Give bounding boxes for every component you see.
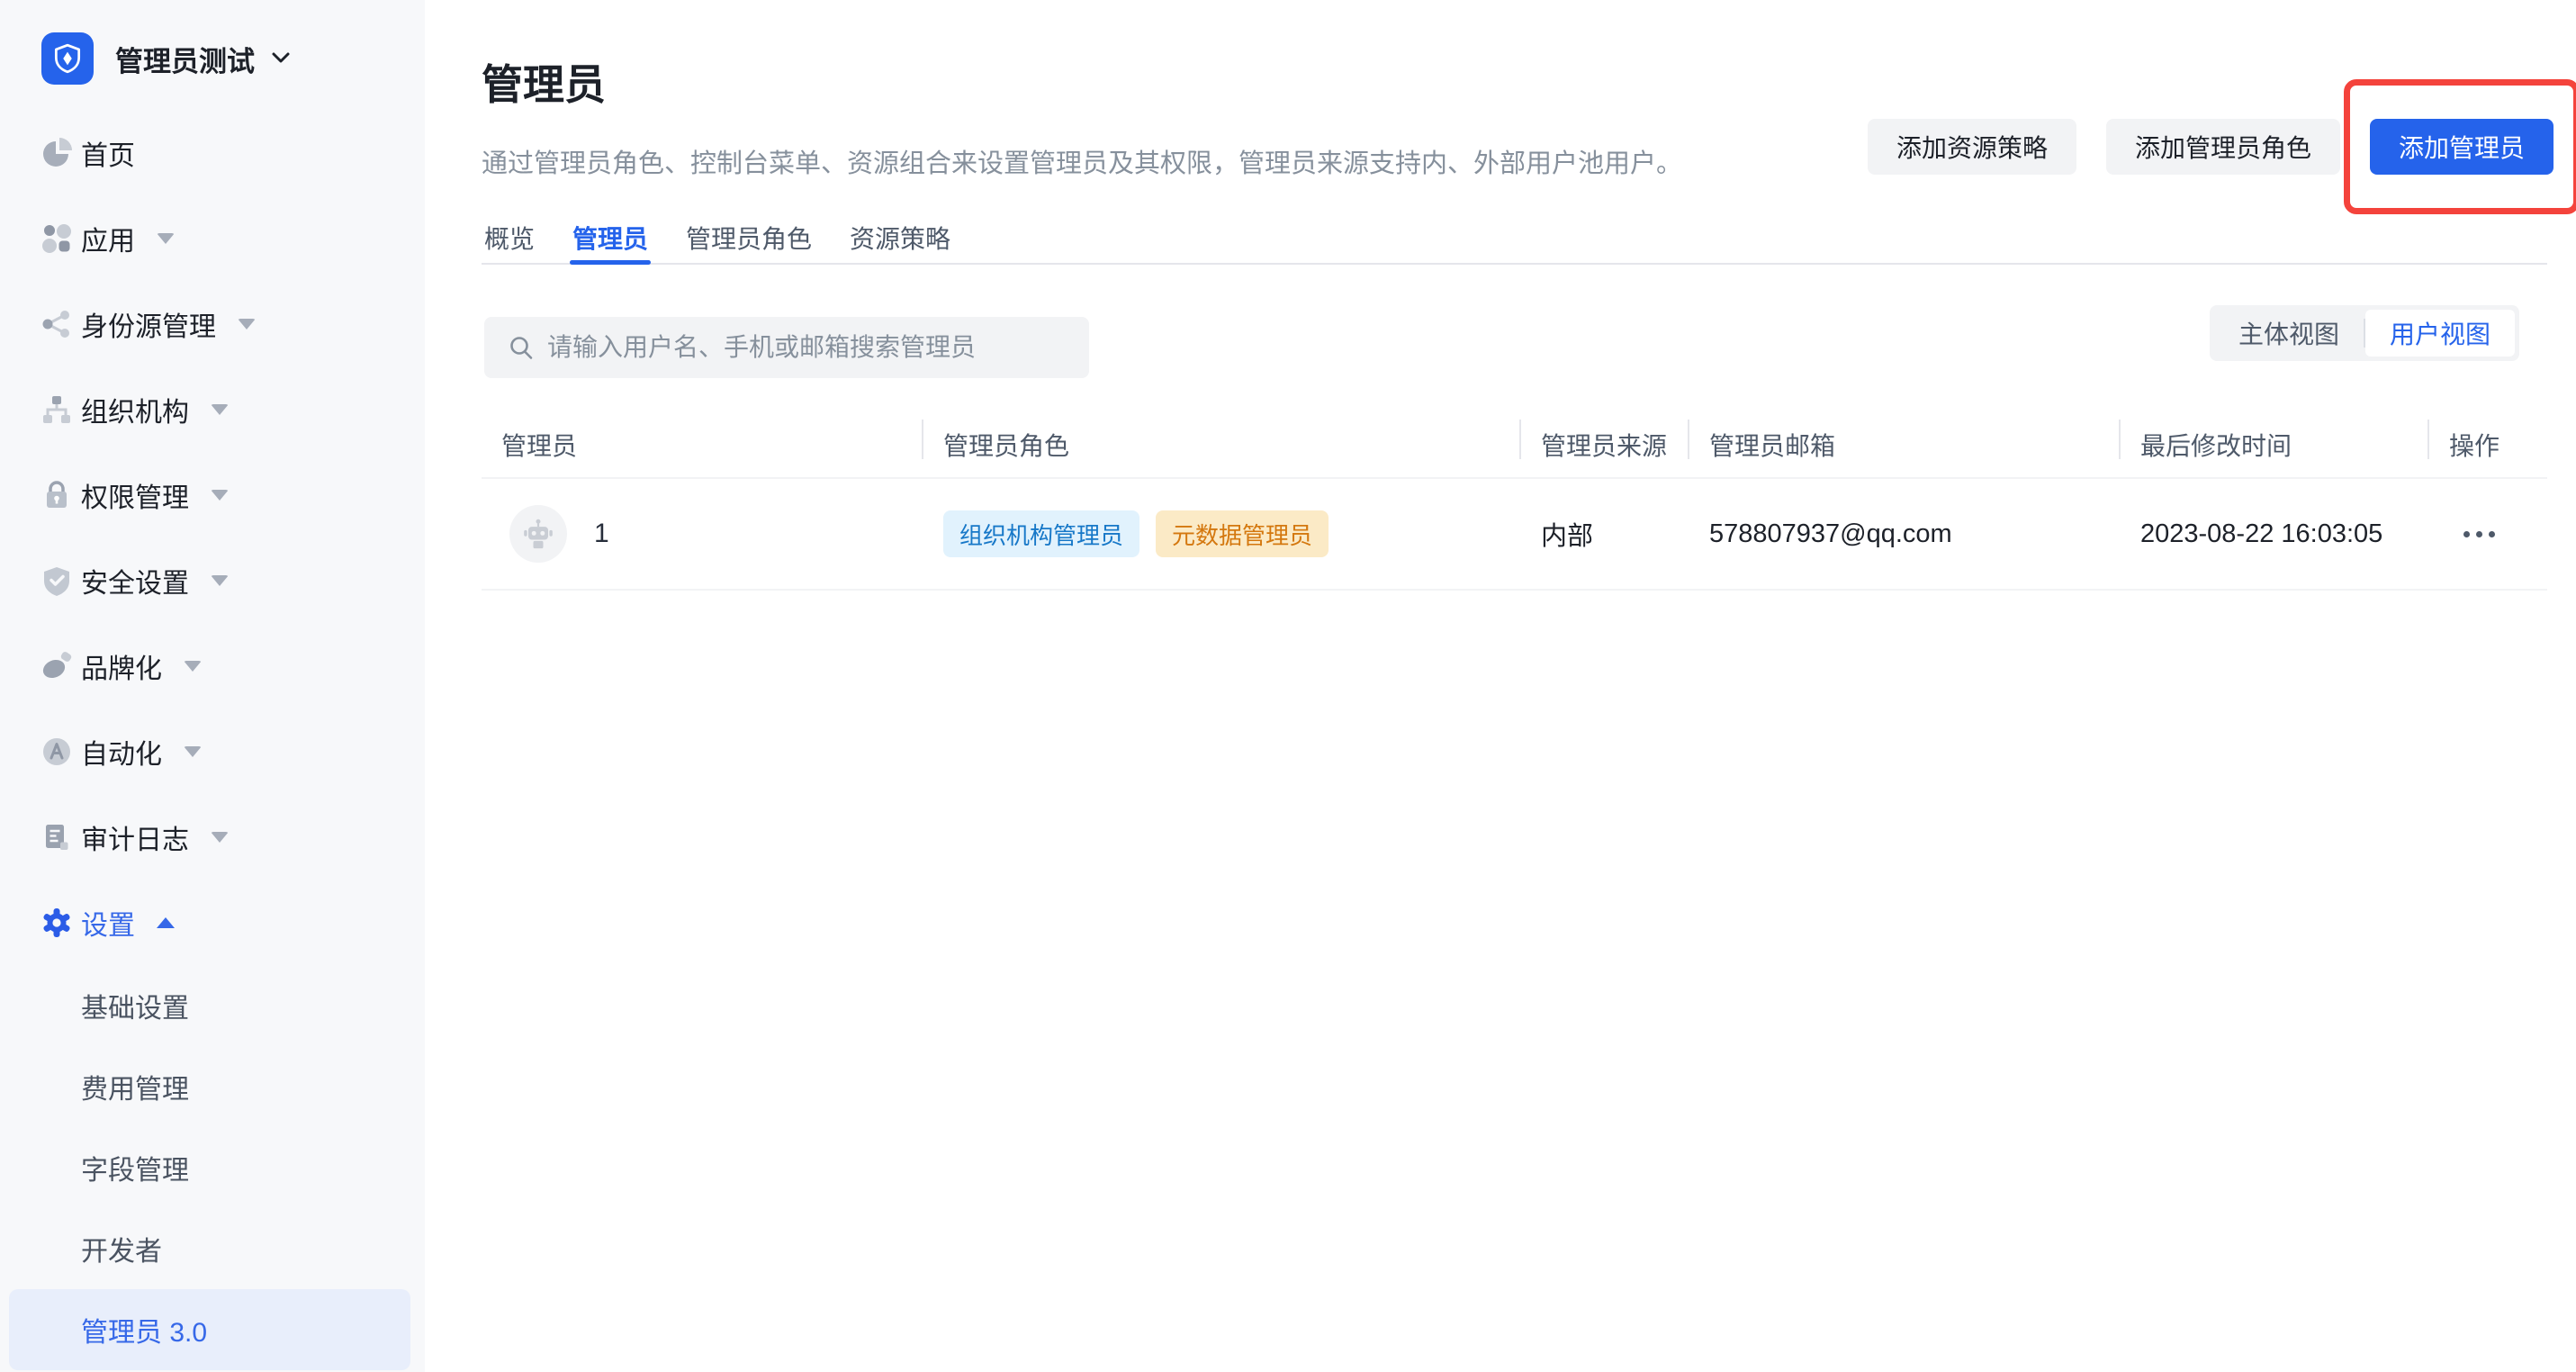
sidebar-item-label: 组织机构 xyxy=(81,390,189,429)
table-row[interactable]: 1 组织机构管理员 元数据管理员 内部 578807937@qq.com 202… xyxy=(482,479,2547,591)
more-actions-icon[interactable] xyxy=(2463,522,2547,546)
tab-overview[interactable]: 概览 xyxy=(482,214,537,263)
chevron-down-icon xyxy=(271,51,291,66)
main-content: 管理员 通过管理员角色、控制台菜单、资源组合来设置管理员及其权限，管理员来源支持… xyxy=(425,0,2576,1372)
add-resource-policy-button[interactable]: 添加资源策略 xyxy=(1868,119,2076,175)
chevron-down-icon xyxy=(238,319,256,329)
column-header-admin-source: 管理员来源 xyxy=(1519,427,1688,463)
page-title: 管理员 xyxy=(482,52,606,112)
sidebar-item-home[interactable]: 首页 xyxy=(0,110,425,195)
tab-resource-policies[interactable]: 资源策略 xyxy=(847,214,953,263)
column-header-actions: 操作 xyxy=(2427,427,2547,463)
admins-table: 管理员 管理员角色 管理员来源 管理员邮箱 最后修改时间 操作 xyxy=(482,412,2547,591)
sidebar-item-permissions[interactable]: 权限管理 xyxy=(0,452,425,537)
sidebar-item-label: 应用 xyxy=(81,219,135,258)
page-description: 通过管理员角色、控制台菜单、资源组合来设置管理员及其权限，管理员来源支持内、外部… xyxy=(482,142,1682,180)
sidebar-item-audit-logs[interactable]: 审计日志 xyxy=(0,794,425,880)
cell-roles: 组织机构管理员 元数据管理员 xyxy=(922,510,1519,557)
sidebar-item-automation[interactable]: 自动化 xyxy=(0,709,425,794)
column-header-admin: 管理员 xyxy=(482,427,922,463)
sidebar-item-label: 安全设置 xyxy=(81,561,189,600)
view-toggle-subject[interactable]: 主体视图 xyxy=(2214,310,2364,357)
workspace-switcher[interactable]: 管理员测试 xyxy=(41,32,425,85)
audit-log-icon xyxy=(41,821,81,853)
sidebar-menu: 首页 应用 xyxy=(0,110,425,1370)
submenu-item-label: 费用管理 xyxy=(81,1067,189,1106)
chevron-down-icon xyxy=(157,233,175,244)
search-icon xyxy=(508,334,535,361)
admin-name: 1 xyxy=(594,519,609,549)
sidebar-item-apps[interactable]: 应用 xyxy=(0,195,425,281)
sidebar-item-label: 首页 xyxy=(81,133,135,173)
sidebar-item-billing[interactable]: 费用管理 xyxy=(9,1046,410,1127)
shield-check-icon xyxy=(41,564,81,597)
lock-icon xyxy=(41,479,81,511)
search-box[interactable] xyxy=(484,317,1089,378)
search-input[interactable] xyxy=(547,333,1066,362)
sidebar-item-admin-3-0[interactable]: 管理员 3.0 xyxy=(9,1289,410,1370)
cell-modified-time: 2023-08-22 16:03:05 xyxy=(2119,519,2427,549)
chevron-down-icon xyxy=(184,746,202,757)
role-tag: 元数据管理员 xyxy=(1156,510,1329,557)
table-header-row: 管理员 管理员角色 管理员来源 管理员邮箱 最后修改时间 操作 xyxy=(482,412,2547,479)
chevron-down-icon xyxy=(184,661,202,672)
column-header-admin-email: 管理员邮箱 xyxy=(1688,427,2119,463)
tab-bar: 概览 管理员 管理员角色 资源策略 xyxy=(482,214,2547,265)
brand-logo-icon xyxy=(41,32,94,85)
gear-icon xyxy=(41,907,81,939)
tab-admins[interactable]: 管理员 xyxy=(570,214,651,263)
sidebar-item-security[interactable]: 安全设置 xyxy=(0,537,425,623)
sidebar-item-fields[interactable]: 字段管理 xyxy=(9,1127,410,1208)
sidebar-item-basic-settings[interactable]: 基础设置 xyxy=(9,965,410,1046)
submenu-item-label: 字段管理 xyxy=(81,1148,189,1187)
chevron-down-icon xyxy=(211,575,229,586)
sidebar-item-identity-sources[interactable]: 身份源管理 xyxy=(0,281,425,366)
role-tag: 组织机构管理员 xyxy=(943,510,1139,557)
automation-icon xyxy=(41,736,81,768)
column-header-modified-time: 最后修改时间 xyxy=(2119,427,2427,463)
sidebar-item-label: 权限管理 xyxy=(81,475,189,515)
chevron-down-icon xyxy=(211,490,229,501)
sidebar-item-branding[interactable]: 品牌化 xyxy=(0,623,425,709)
settings-submenu: 基础设置 费用管理 字段管理 开发者 管理员 3.0 xyxy=(0,965,425,1370)
cell-source: 内部 xyxy=(1519,515,1688,553)
workspace-name: 管理员测试 xyxy=(115,39,255,79)
app-root: 管理员测试 首页 xyxy=(0,0,2576,1372)
submenu-item-label: 基础设置 xyxy=(81,986,189,1025)
chevron-down-icon xyxy=(211,404,229,415)
submenu-item-label: 管理员 3.0 xyxy=(81,1310,207,1349)
view-toggle: 主体视图 用户视图 xyxy=(2210,305,2519,361)
sidebar: 管理员测试 首页 xyxy=(0,0,425,1372)
column-header-admin-role: 管理员角色 xyxy=(922,427,1519,463)
header-actions: 添加资源策略 添加管理员角色 添加管理员 xyxy=(1868,79,2553,214)
add-admin-button[interactable]: 添加管理员 xyxy=(2370,119,2553,175)
share-icon xyxy=(41,308,81,340)
chevron-down-icon xyxy=(211,832,229,843)
apps-icon xyxy=(41,222,81,255)
brush-icon xyxy=(41,650,81,682)
submenu-item-label: 开发者 xyxy=(81,1229,162,1268)
sidebar-item-label: 审计日志 xyxy=(81,817,189,857)
add-admin-role-button[interactable]: 添加管理员角色 xyxy=(2106,119,2340,175)
view-toggle-user[interactable]: 用户视图 xyxy=(2365,310,2515,357)
chevron-up-icon xyxy=(157,917,175,928)
sidebar-item-label: 身份源管理 xyxy=(81,304,216,344)
sidebar-item-label: 品牌化 xyxy=(81,646,162,686)
sidebar-item-developers[interactable]: 开发者 xyxy=(9,1208,410,1289)
tab-admin-roles[interactable]: 管理员角色 xyxy=(683,214,815,263)
annotation-highlight-box: 添加管理员 xyxy=(2344,79,2576,214)
sidebar-item-organization[interactable]: 组织机构 xyxy=(0,366,425,452)
robot-avatar-icon xyxy=(509,505,567,563)
sidebar-item-label: 自动化 xyxy=(81,732,162,772)
cell-admin: 1 xyxy=(482,505,922,563)
cell-actions xyxy=(2427,522,2547,546)
pie-chart-icon xyxy=(41,137,81,169)
cell-email: 578807937@qq.com xyxy=(1688,519,2119,549)
sidebar-item-settings[interactable]: 设置 xyxy=(0,880,425,965)
org-tree-icon xyxy=(41,393,81,426)
sidebar-item-label: 设置 xyxy=(81,903,135,943)
